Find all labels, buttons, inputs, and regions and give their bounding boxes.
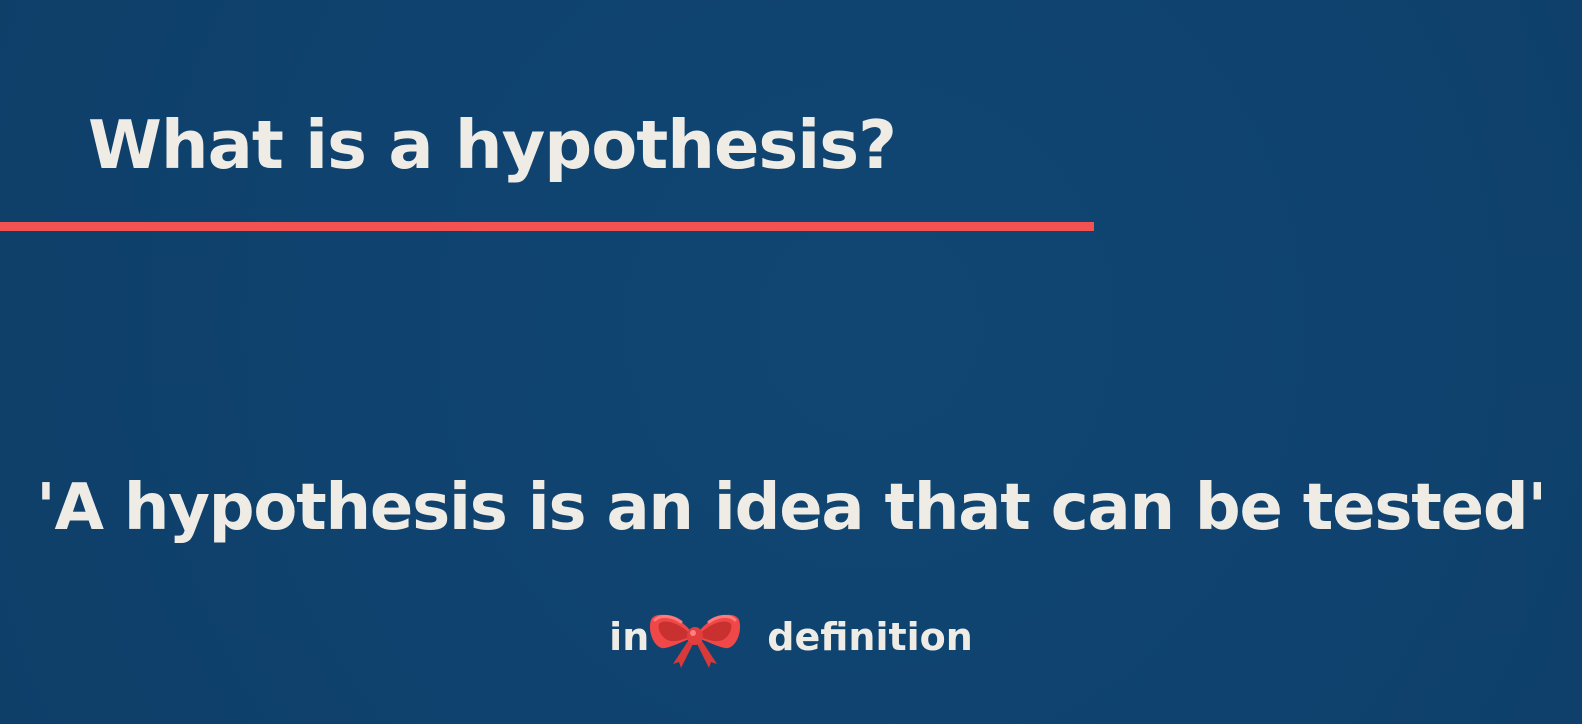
hypothesis-quote: 'A hypothesis is an idea that can be tes… bbox=[36, 471, 1547, 545]
slide: What is a hypothesis? 'A hypothesis is a… bbox=[0, 0, 1582, 724]
slide-title: What is a hypothesis? bbox=[88, 106, 897, 184]
caption-suffix: definition bbox=[767, 615, 973, 659]
red-bow-icon bbox=[645, 604, 745, 670]
title-underline bbox=[0, 222, 1094, 231]
definition-caption: in definition bbox=[0, 604, 1582, 670]
caption-prefix: in bbox=[609, 615, 650, 659]
